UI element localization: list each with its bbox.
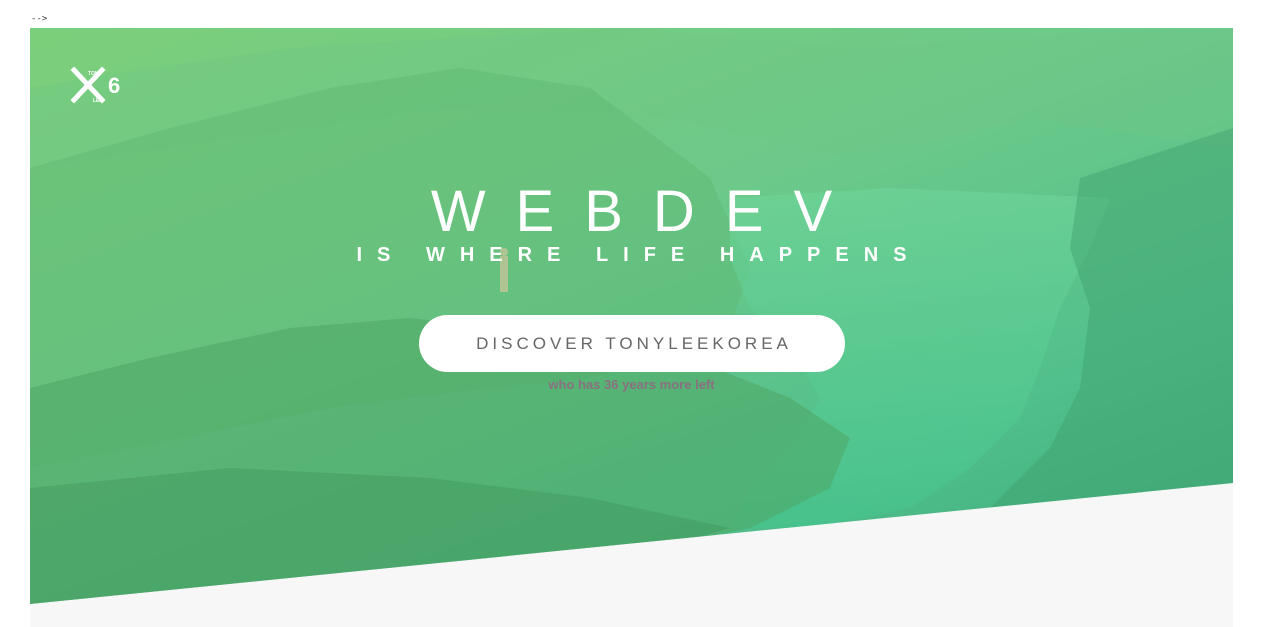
discover-button[interactable]: DISCOVER TONYLEEKOREA — [419, 315, 845, 372]
hero-subtitle: IS WHERE LIFE HAPPENS — [356, 243, 922, 266]
logo-x-mark-icon[interactable]: TONY LEE 6 — [68, 66, 132, 104]
hero-section: TONY LEE 6 WEBDEV IS WHERE LIFE HAPPENS … — [30, 28, 1233, 604]
logo-text-bottom: LEE — [93, 98, 103, 104]
logo-text-top: TONY — [88, 71, 102, 77]
hero-title: WEBDEV — [430, 178, 863, 244]
page-wrapper: TONY LEE 6 WEBDEV IS WHERE LIFE HAPPENS … — [30, 28, 1233, 627]
stray-comment-text: --> — [31, 14, 48, 24]
logo-number: 6 — [108, 73, 120, 98]
cta-note: who has 36 years more left — [548, 377, 715, 392]
